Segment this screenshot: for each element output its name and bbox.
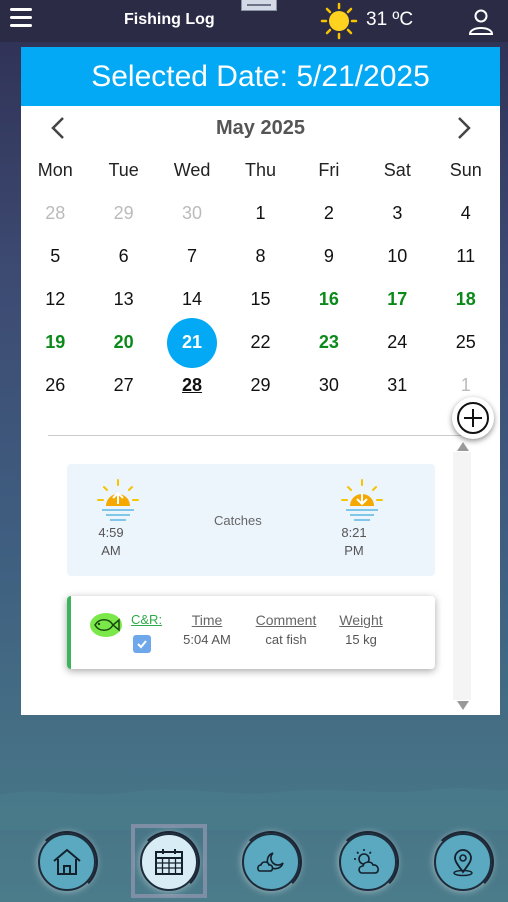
- calendar-day[interactable]: 27: [89, 364, 157, 407]
- calendar-day[interactable]: 22: [226, 321, 294, 364]
- calendar-grid: 28 29 30 1 2 3 4 5 6 7 8 9 10 11 12 13 14 15 16 17 18 19 20 21 2…: [21, 192, 500, 407]
- calendar-card: Selected Date: 5/21/2025 May 2025 Mon Tu…: [21, 47, 500, 715]
- chevron-right-icon[interactable]: [451, 116, 475, 140]
- top-bar: Fishing Log 31 ºC: [0, 0, 508, 42]
- calendar-day[interactable]: 9: [295, 235, 363, 278]
- calendar-week-row: 26 27 28 29 30 31 1: [21, 364, 500, 407]
- calendar-day[interactable]: 17: [363, 278, 431, 321]
- weekday-sat: Sat: [383, 160, 411, 180]
- fish-icon: [90, 613, 122, 637]
- catch-time-column: Time 5:04 AM: [177, 612, 237, 647]
- calendar-day[interactable]: 12: [21, 278, 89, 321]
- add-catch-button[interactable]: [452, 397, 494, 439]
- calendar-day[interactable]: 25: [432, 321, 500, 364]
- temperature-label: 31 ºC: [366, 9, 414, 30]
- sunrise-time: 4:59 AM: [98, 525, 124, 558]
- calendar-day-selected[interactable]: 21: [158, 317, 226, 368]
- calendar-week-row: 5 6 7 8 9 10 11: [21, 235, 500, 278]
- catch-release-label: C&R:: [131, 612, 163, 627]
- calendar-week-row: 19 20 21 22 23 24 25: [21, 317, 500, 368]
- sunset-icon: [341, 479, 383, 521]
- weight-header: Weight: [339, 612, 383, 628]
- nav-day-weather-button[interactable]: [337, 831, 399, 893]
- weekday-thu: Thu: [244, 160, 276, 180]
- calendar-day[interactable]: 18: [432, 278, 500, 321]
- nav-night-weather-button[interactable]: [240, 831, 302, 893]
- comment-header: Comment: [255, 612, 317, 628]
- nav-calendar-button[interactable]: [138, 831, 200, 893]
- catch-release-checkbox[interactable]: [133, 635, 151, 653]
- time-value: 5:04 AM: [183, 632, 231, 647]
- weekday-fri: Fri: [318, 160, 340, 180]
- calendar-week-row: 12 13 14 15 16 17 18: [21, 278, 500, 321]
- selected-date-header: Selected Date: 5/21/2025: [21, 47, 500, 106]
- weekday-wed: Wed: [173, 160, 211, 180]
- calendar-day[interactable]: 11: [432, 235, 500, 278]
- calendar-day[interactable]: 13: [89, 278, 157, 321]
- calendar-week-row: 28 29 30 1 2 3 4: [21, 192, 500, 235]
- user-icon[interactable]: [468, 8, 494, 36]
- wave-background: [0, 788, 508, 830]
- calendar-day[interactable]: 6: [89, 235, 157, 278]
- calendar-day[interactable]: 1: [226, 192, 294, 235]
- calendar-day[interactable]: 30: [158, 192, 226, 235]
- weekday-mon: Mon: [37, 160, 73, 180]
- catch-weight-column: Weight 15 kg: [335, 612, 387, 647]
- scroll-down-arrow-icon[interactable]: [456, 700, 470, 710]
- weekday-tue: Tue: [108, 160, 139, 180]
- weekday-sun: Sun: [449, 160, 482, 180]
- calendar-day[interactable]: 4: [432, 192, 500, 235]
- nav-map-button[interactable]: [432, 831, 494, 893]
- catch-entry[interactable]: C&R: Time 5:04 AM Comment cat fish Weigh…: [67, 596, 435, 669]
- sun-times-panel: 4:59 AM Catches 8:21 PM: [67, 464, 435, 576]
- nav-home-button[interactable]: [36, 831, 98, 893]
- calendar-day[interactable]: 5: [21, 235, 89, 278]
- calendar-day[interactable]: 29: [226, 364, 294, 407]
- comment-value: cat fish: [265, 632, 307, 647]
- weight-value: 15 kg: [345, 632, 377, 647]
- catch-comment-column: Comment cat fish: [249, 612, 323, 647]
- time-header: Time: [191, 612, 223, 628]
- calendar-day[interactable]: 24: [363, 321, 431, 364]
- calendar-day[interactable]: 3: [363, 192, 431, 235]
- calendar-day[interactable]: 30: [295, 364, 363, 407]
- menu-icon[interactable]: [10, 8, 32, 28]
- calendar-day[interactable]: 2: [295, 192, 363, 235]
- scroll-up-arrow-icon[interactable]: [456, 442, 470, 452]
- calendar-day[interactable]: 19: [21, 321, 89, 364]
- calendar-day[interactable]: 16: [295, 278, 363, 321]
- calendar-day[interactable]: 15: [226, 278, 294, 321]
- calendar-day[interactable]: 28: [21, 192, 89, 235]
- sun-icon: [320, 2, 358, 40]
- divider: [48, 435, 473, 436]
- month-navigation: May 2025: [21, 106, 500, 150]
- sunrise-icon: [97, 479, 139, 521]
- check-icon: [137, 640, 147, 649]
- catches-label: Catches: [214, 513, 262, 528]
- calendar-day-today[interactable]: 28: [158, 364, 226, 407]
- plus-icon: [457, 402, 489, 434]
- sunset-time: 8:21 PM: [341, 525, 367, 558]
- calendar-day[interactable]: 10: [363, 235, 431, 278]
- calendar-day[interactable]: 14: [158, 278, 226, 321]
- month-label: May 2025: [216, 117, 305, 139]
- calendar-day[interactable]: 20: [89, 321, 157, 364]
- weekday-header: Mon Tue Wed Thu Fri Sat Sun: [21, 160, 500, 181]
- calendar-day[interactable]: 8: [226, 235, 294, 278]
- app-title: Fishing Log: [124, 11, 215, 28]
- calendar-day[interactable]: 31: [363, 364, 431, 407]
- calendar-day[interactable]: 7: [158, 235, 226, 278]
- calendar-day[interactable]: 26: [21, 364, 89, 407]
- scrollbar-track[interactable]: [453, 452, 471, 700]
- drag-handle-icon[interactable]: [241, 0, 277, 11]
- calendar-day[interactable]: 23: [295, 321, 363, 364]
- calendar-day[interactable]: 29: [89, 192, 157, 235]
